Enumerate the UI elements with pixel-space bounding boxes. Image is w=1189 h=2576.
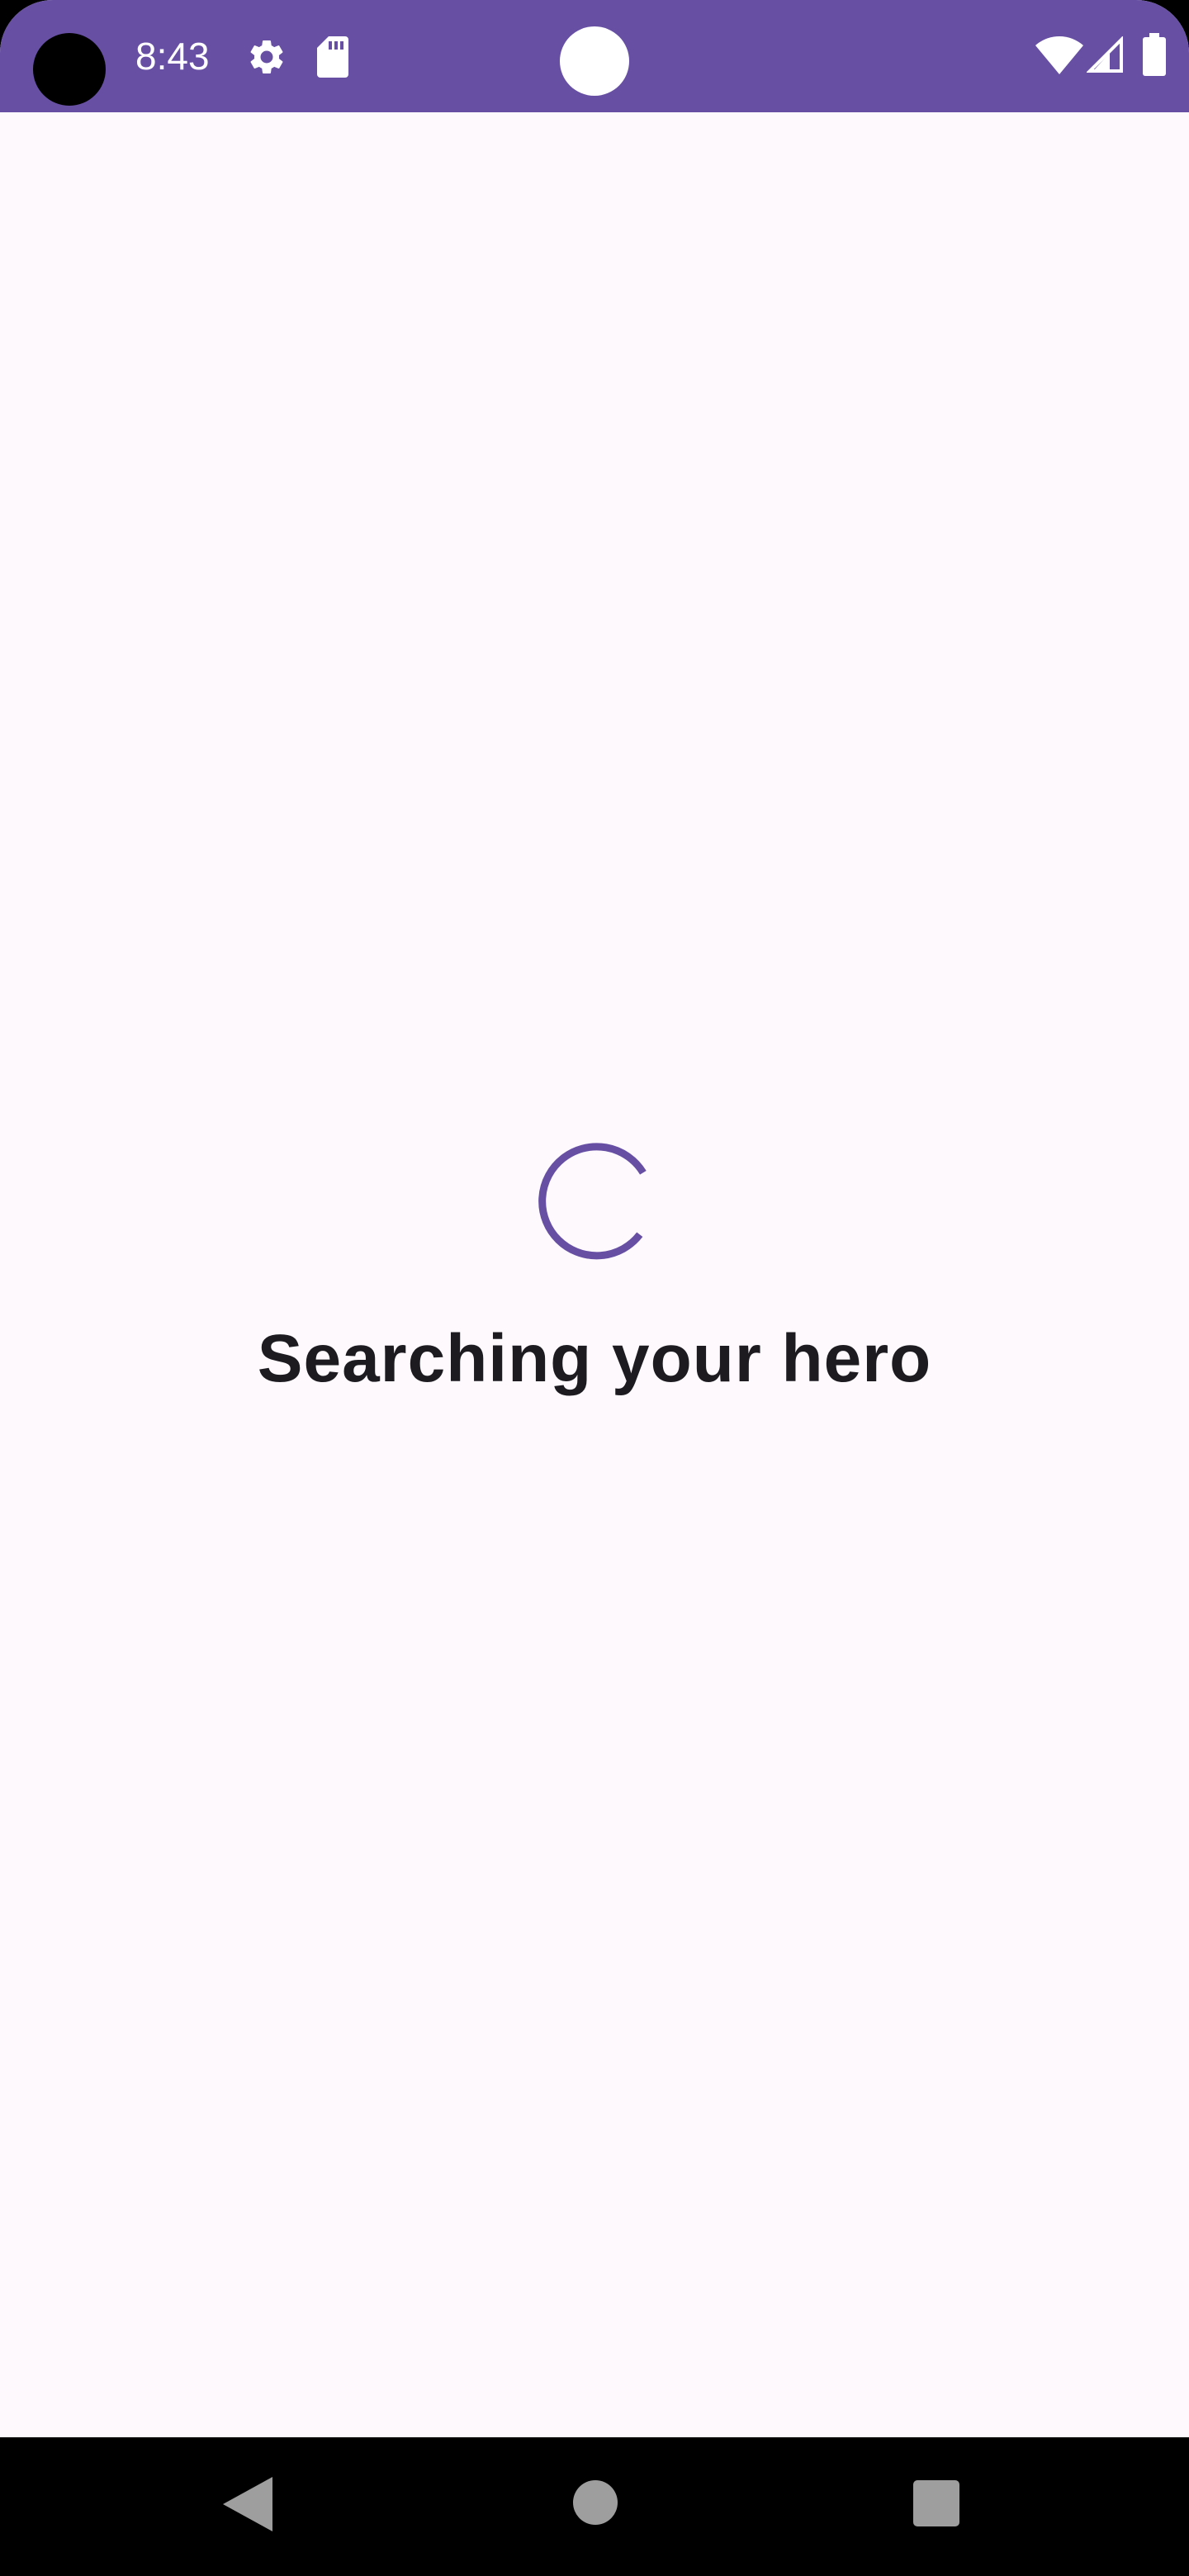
battery-icon (1143, 33, 1166, 76)
recents-icon[interactable] (913, 2480, 959, 2526)
home-icon[interactable] (573, 2480, 618, 2525)
loading-text: Searching your hero (257, 1321, 932, 1396)
signal-icon (1087, 36, 1123, 73)
loading-spinner (538, 1143, 647, 1260)
sdcard-icon (317, 36, 348, 78)
back-icon[interactable] (223, 2477, 272, 2531)
gear-icon (250, 40, 283, 73)
camera-cutout (33, 33, 106, 106)
wifi-icon (1035, 36, 1083, 74)
status-time: 8:43 (135, 35, 210, 78)
app-screen: 8:43 Searching your hero (0, 0, 1189, 2576)
navigation-bar (0, 2437, 1189, 2576)
status-bar: 8:43 (0, 0, 1189, 112)
center-indicator-dot (560, 26, 629, 96)
